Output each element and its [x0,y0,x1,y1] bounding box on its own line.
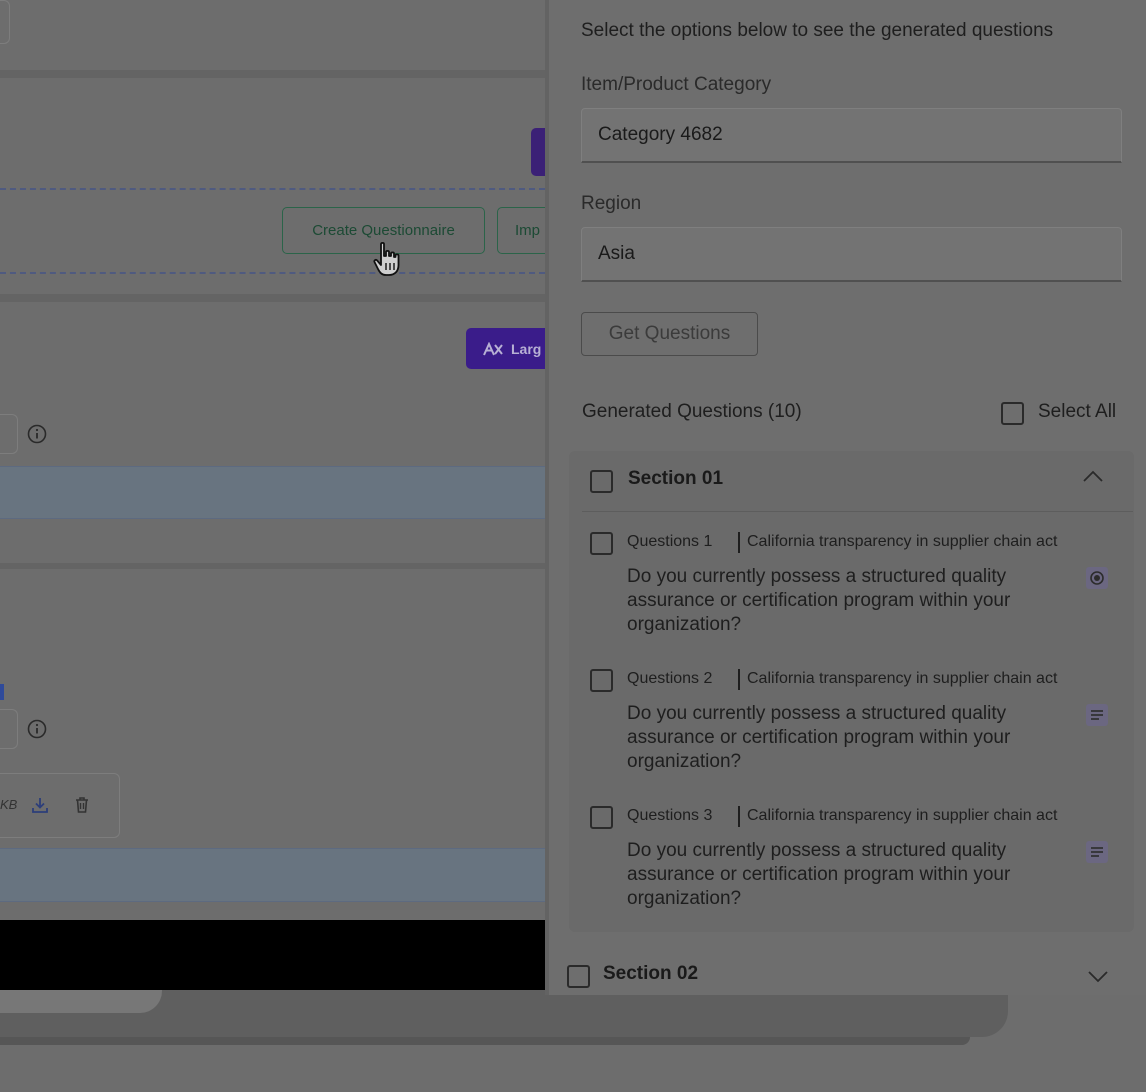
question-checkbox[interactable] [590,806,613,829]
generated-questions-panel: Select the options below to see the gene… [545,0,1146,995]
ai-sparkle-icon [483,341,503,355]
divider-bar [738,669,740,690]
category-select[interactable]: Category 4682 [581,108,1122,163]
attachment-card [0,773,120,838]
ai-generate-label: Larg [511,340,542,357]
question-item: Questions 3 California transparency in s… [569,803,1134,933]
ai-generate-button[interactable]: Larg [466,328,545,369]
import-label: Imp [515,222,541,239]
chevron-up-icon[interactable] [1082,469,1104,483]
hand-cursor-icon [373,241,400,276]
question-number: Questions 2 [627,670,713,687]
field-stub[interactable] [0,414,18,454]
divider-bar [738,806,740,827]
file-size-text: KB [0,797,18,812]
question-topic: California transparency in supplier chai… [747,807,1058,824]
info-icon[interactable] [27,424,47,444]
section-01-card: Section 01 Questions 1 California transp… [569,451,1134,932]
section-separator [0,70,545,78]
section-02-title[interactable]: Section 02 [603,963,698,985]
question-item: Questions 1 California transparency in s… [569,529,1134,659]
link-fragment[interactable] [0,684,4,700]
device-frame-edge [0,1037,970,1045]
chevron-down-icon[interactable] [1087,970,1109,984]
text-lines-icon [1086,841,1108,863]
section-divider [582,511,1133,512]
section-01-checkbox[interactable] [590,470,613,493]
panel-instructions: Select the options below to see the gene… [581,20,1054,41]
main-page-content: Create Questionnaire Imp Larg KB [0,0,545,920]
question-number: Questions 1 [627,533,713,550]
info-band [0,466,545,519]
info-icon[interactable] [27,719,47,739]
select-all-checkbox[interactable] [1001,402,1024,425]
trash-icon[interactable] [72,795,92,815]
question-checkbox[interactable] [590,532,613,555]
question-checkbox[interactable] [590,669,613,692]
question-text: Do you currently possess a structured qu… [627,840,1011,909]
section-separator [0,563,545,569]
question-text: Do you currently possess a structured qu… [627,566,1011,635]
question-item: Questions 2 California transparency in s… [569,666,1134,796]
category-field-label: Item/Product Category [581,74,772,95]
region-field-label: Region [581,193,642,214]
generated-questions-title: Generated Questions (10) [582,401,802,422]
question-topic: California transparency in supplier chai… [747,533,1058,550]
region-select[interactable]: Asia [581,227,1122,282]
category-value: Category 4682 [598,124,723,145]
create-questionnaire-label: Create Questionnaire [312,222,455,239]
text-lines-icon [1086,704,1108,726]
field-stub[interactable] [0,709,18,749]
select-all-label[interactable]: Select All [1038,401,1116,423]
get-questions-button[interactable]: Get Questions [581,312,758,356]
question-number: Questions 3 [627,807,713,824]
question-topic: California transparency in supplier chai… [747,670,1058,687]
import-button[interactable]: Imp [497,207,545,254]
divider-bar [738,532,740,553]
section-separator [0,294,545,302]
question-text: Do you currently possess a structured qu… [627,703,1011,772]
region-value: Asia [598,243,635,264]
screen-bezel [0,920,545,990]
primary-button-stub[interactable] [531,128,545,176]
download-icon[interactable] [30,795,50,815]
radio-icon [1086,567,1108,589]
info-band [0,848,545,902]
get-questions-label: Get Questions [608,323,731,344]
top-field-stub [0,0,10,44]
section-01-title[interactable]: Section 01 [628,468,723,490]
section-02-checkbox[interactable] [567,965,590,988]
